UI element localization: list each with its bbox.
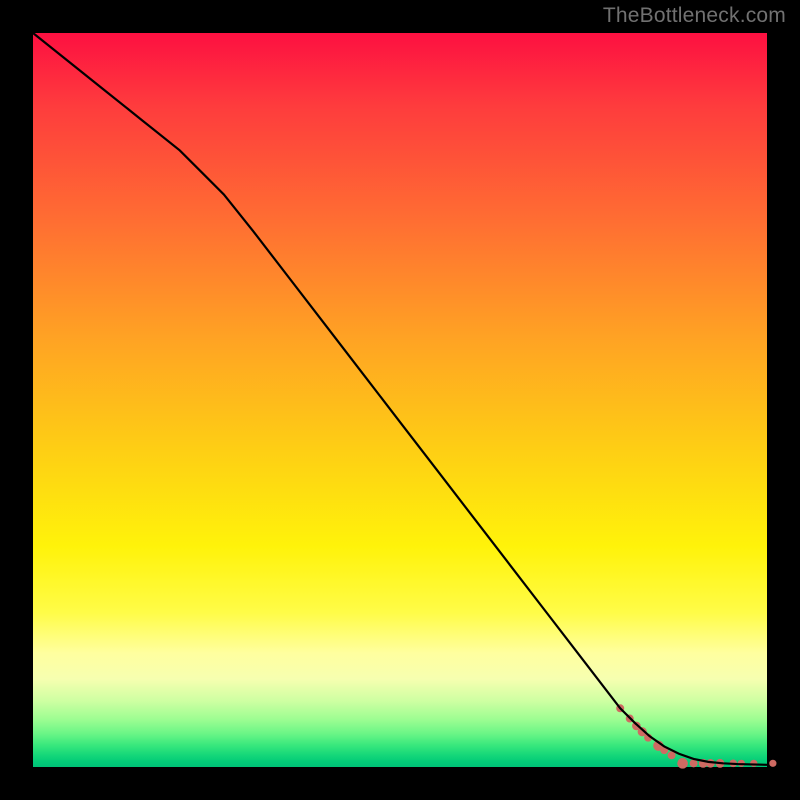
chart-overlay xyxy=(33,33,767,767)
data-point xyxy=(677,758,688,769)
chart-frame: TheBottleneck.com xyxy=(0,0,800,800)
line-series xyxy=(33,33,767,765)
data-point xyxy=(769,760,776,767)
plot-area xyxy=(33,33,767,767)
watermark-label: TheBottleneck.com xyxy=(603,4,786,28)
